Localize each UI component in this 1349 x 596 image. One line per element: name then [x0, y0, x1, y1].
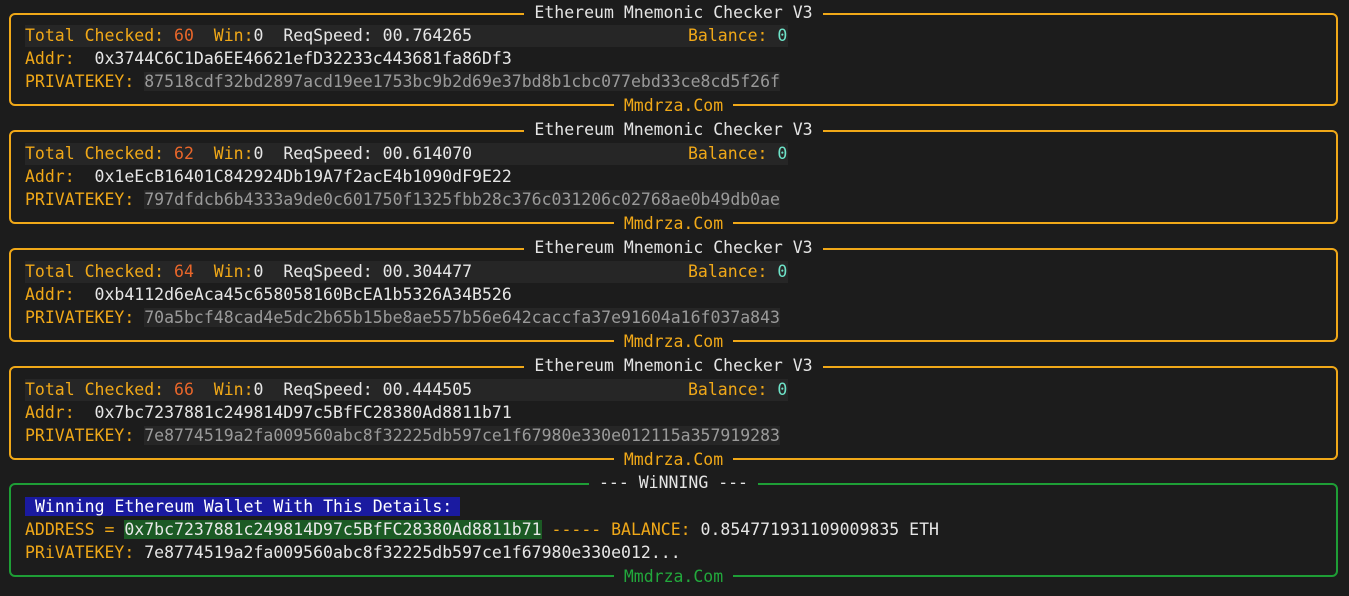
total-checked-value: 66: [174, 380, 194, 399]
total-checked-label: Total Checked:: [25, 144, 165, 163]
win-label: Win:: [213, 144, 254, 163]
separator: -----: [551, 520, 602, 539]
panel-title: Ethereum Mnemonic Checker V3: [11, 355, 1336, 377]
winning-balance-value: 0.854771931109009835 ETH: [700, 520, 939, 539]
winning-footer: Mmdrza.Com: [11, 566, 1336, 588]
win-label: Win:: [213, 262, 254, 281]
win-label: Win:: [213, 26, 254, 45]
win-value: 0: [253, 262, 264, 281]
addr-value: 0x3744C6C1Da6EE46621efD32233c443681fa86D…: [94, 49, 512, 68]
private-key-value: 70a5bcf48cad4e5dc2b65b15be8ae557b56e642c…: [144, 308, 780, 327]
winning-panel: --- WiNNING --- Winning Ethereum Wallet …: [9, 473, 1338, 586]
private-key-value: 87518cdf32bd2897acd19ee1753bc9b2d69e37bd…: [144, 72, 780, 91]
stats-line: Total Checked: 64 Win:0 ReqSpeed: 00.304…: [25, 261, 788, 283]
win-value: 0: [253, 144, 264, 163]
balance-value: 0: [777, 380, 788, 399]
address-line: Addr: 0x7bc7237881c249814D97c5BfFC28380A…: [25, 402, 512, 424]
balance-label: Balance:: [688, 144, 768, 163]
req-speed-label: ReqSpeed:: [283, 262, 373, 281]
panel-footer: Mmdrza.Com: [11, 449, 1336, 471]
winning-address-label: ADDRESS =: [25, 520, 115, 539]
winning-address-value: 0x7bc7237881c249814D97c5BfFC28380Ad8811b…: [124, 520, 542, 539]
winning-address-line: ADDRESS = 0x7bc7237881c249814D97c5BfFC28…: [25, 519, 939, 541]
req-speed-label: ReqSpeed:: [283, 144, 373, 163]
balance-label: Balance:: [688, 26, 768, 45]
private-key-line: PRIVATEKEY: 87518cdf32bd2897acd19ee1753b…: [25, 71, 780, 93]
winning-balance-label: BALANCE:: [611, 520, 691, 539]
winning-key-label: PRiVATEKEY:: [25, 543, 135, 562]
private-key-line: PRIVATEKEY: 70a5bcf48cad4e5dc2b65b15be8a…: [25, 307, 780, 329]
private-key-label: PRIVATEKEY:: [25, 72, 135, 91]
private-key-value: 7e8774519a2fa009560abc8f32225db597ce1f67…: [144, 426, 780, 445]
checker-panel: Ethereum Mnemonic Checker V3 Total Check…: [9, 120, 1338, 233]
balance-label: Balance:: [688, 262, 768, 281]
address-line: Addr: 0x1eEcB16401C842924Db19A7f2acE4b10…: [25, 166, 512, 188]
private-key-label: PRIVATEKEY:: [25, 190, 135, 209]
req-speed-value: 00.304477: [382, 262, 473, 281]
win-label: Win:: [213, 380, 254, 399]
balance-value: 0: [777, 262, 788, 281]
addr-label: Addr:: [25, 285, 75, 304]
private-key-value: 797dfdcb6b4333a9de0c601750f1325fbb28c376…: [144, 190, 780, 209]
req-speed-label: ReqSpeed:: [283, 380, 373, 399]
checker-panel: Ethereum Mnemonic Checker V3 Total Check…: [9, 238, 1338, 351]
req-speed-value: 00.614070: [382, 144, 473, 163]
panel-footer: Mmdrza.Com: [11, 95, 1336, 117]
panel-footer: Mmdrza.Com: [11, 213, 1336, 235]
total-checked-label: Total Checked:: [25, 380, 165, 399]
total-checked-label: Total Checked:: [25, 262, 165, 281]
winning-key-value: 7e8774519a2fa009560abc8f32225db597ce1f67…: [144, 543, 681, 562]
address-line: Addr: 0xb4112d6eAca45c658058160BcEA1b532…: [25, 284, 512, 306]
winning-title: --- WiNNING ---: [11, 472, 1336, 494]
winning-heading: Winning Ethereum Wallet With This Detail…: [25, 497, 461, 516]
panel-title: Ethereum Mnemonic Checker V3: [11, 237, 1336, 259]
addr-label: Addr:: [25, 403, 75, 422]
balance-label: Balance:: [688, 380, 768, 399]
panel-title: Ethereum Mnemonic Checker V3: [11, 119, 1336, 141]
addr-label: Addr:: [25, 49, 75, 68]
private-key-line: PRIVATEKEY: 797dfdcb6b4333a9de0c601750f1…: [25, 189, 780, 211]
win-value: 0: [253, 380, 264, 399]
address-line: Addr: 0x3744C6C1Da6EE46621efD32233c44368…: [25, 48, 512, 70]
panel-title: Ethereum Mnemonic Checker V3: [11, 2, 1336, 24]
addr-label: Addr:: [25, 167, 75, 186]
checker-panel: Ethereum Mnemonic Checker V3 Total Check…: [9, 356, 1338, 469]
winning-key-line: PRiVATEKEY: 7e8774519a2fa009560abc8f3222…: [25, 542, 681, 564]
stats-line: Total Checked: 62 Win:0 ReqSpeed: 00.614…: [25, 143, 788, 165]
winning-heading-line: Winning Ethereum Wallet With This Detail…: [25, 496, 461, 518]
total-checked-value: 62: [174, 144, 194, 163]
addr-value: 0x7bc7237881c249814D97c5BfFC28380Ad8811b…: [94, 403, 512, 422]
balance-value: 0: [777, 26, 788, 45]
win-value: 0: [253, 26, 264, 45]
balance-value: 0: [777, 144, 788, 163]
total-checked-label: Total Checked:: [25, 26, 165, 45]
stats-line: Total Checked: 60 Win:0 ReqSpeed: 00.764…: [25, 25, 788, 47]
private-key-label: PRIVATEKEY:: [25, 426, 135, 445]
addr-value: 0xb4112d6eAca45c658058160BcEA1b5326A34B5…: [94, 285, 512, 304]
total-checked-value: 60: [174, 26, 194, 45]
checker-panel: Ethereum Mnemonic Checker V3 Total Check…: [9, 3, 1338, 115]
panel-footer: Mmdrza.Com: [11, 331, 1336, 353]
private-key-line: PRIVATEKEY: 7e8774519a2fa009560abc8f3222…: [25, 425, 780, 447]
req-speed-value: 00.764265: [382, 26, 473, 45]
addr-value: 0x1eEcB16401C842924Db19A7f2acE4b1090dF9E…: [94, 167, 512, 186]
req-speed-value: 00.444505: [382, 380, 473, 399]
req-speed-label: ReqSpeed:: [283, 26, 373, 45]
stats-line: Total Checked: 66 Win:0 ReqSpeed: 00.444…: [25, 379, 788, 401]
private-key-label: PRIVATEKEY:: [25, 308, 135, 327]
terminal-window: Ethereum Mnemonic Checker V3 Total Check…: [0, 0, 1349, 596]
total-checked-value: 64: [174, 262, 194, 281]
